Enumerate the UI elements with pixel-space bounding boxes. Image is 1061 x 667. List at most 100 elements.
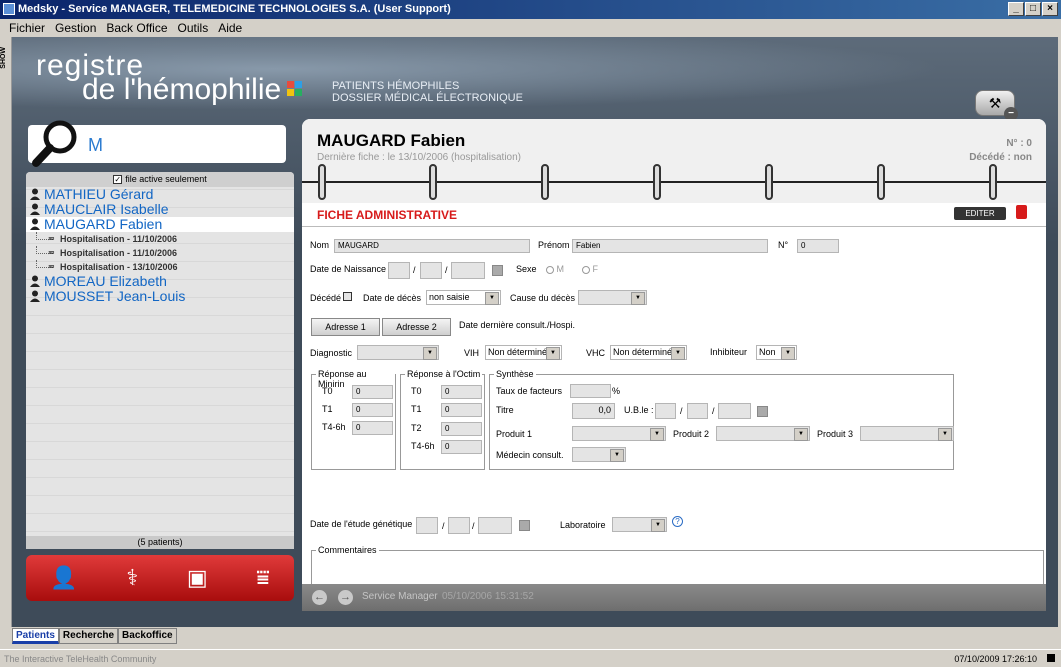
hospitalisation-entry[interactable]: ≂ Hospitalisation - 13/10/2006 [26, 260, 294, 274]
ub-month[interactable] [687, 403, 708, 419]
lock-icon[interactable] [1016, 205, 1027, 219]
menu-back-office[interactable]: Back Office [101, 19, 172, 37]
minirin-t1-label: T1 [322, 404, 333, 414]
patient-name: MOUSSET Jean-Louis [44, 288, 186, 304]
patient-name: MAUGARD Fabien [44, 216, 163, 232]
minirin-t1-field[interactable]: 0 [352, 403, 393, 417]
close-button[interactable]: × [1042, 2, 1058, 16]
active-only-filter[interactable]: ✓ file active seulement [26, 172, 294, 187]
menu-fichier[interactable]: Fichier [4, 19, 50, 37]
produit2-select[interactable] [716, 426, 810, 441]
patient-item[interactable]: MAUCLAIR Isabelle [26, 202, 294, 217]
hospitalisation-entry[interactable]: ≂ Hospitalisation - 11/10/2006 [26, 246, 294, 260]
titre-field[interactable]: 0,0 [572, 403, 615, 419]
decede-checkbox[interactable] [343, 292, 352, 301]
vhc-select[interactable]: Non déterminé [610, 345, 687, 360]
patient-search[interactable]: M [28, 120, 286, 167]
minirin-t0-label: T0 [322, 386, 333, 396]
sexe-m-label: M [556, 264, 565, 274]
minirin-t46-label: T4-6h [322, 422, 346, 432]
menu-outils[interactable]: Outils [173, 19, 214, 37]
ub-year[interactable] [718, 403, 751, 419]
stethoscope-icon[interactable]: ⚕ [126, 567, 138, 589]
laboratoire-select[interactable] [612, 517, 667, 532]
record-deceased: Décédé : non [969, 152, 1032, 163]
medecin-select[interactable] [572, 447, 626, 462]
app-logo-icon [3, 3, 15, 15]
taux-field[interactable] [570, 384, 611, 398]
inhibiteur-select[interactable]: Non [756, 345, 797, 360]
octim-t46-field[interactable]: 0 [441, 440, 482, 454]
window-title: Medsky - Service MANAGER, TELEMEDICINE T… [18, 3, 451, 15]
binder-ring [653, 164, 661, 200]
menu-gestion[interactable]: Gestion [50, 19, 101, 37]
last-consult-label: Date dernière consult./Hospi. [459, 320, 576, 330]
tab-patients[interactable]: Patients [12, 628, 59, 644]
patient-item[interactable]: MOUSSET Jean-Louis [26, 289, 294, 304]
tools-button[interactable]: ⚒ − [975, 90, 1018, 121]
genetic-month[interactable] [448, 517, 470, 534]
binder-ring [765, 164, 773, 200]
calendar-icon[interactable] [757, 406, 768, 417]
calendar-icon[interactable] [519, 520, 530, 531]
title-bar: Medsky - Service MANAGER, TELEMEDICINE T… [0, 0, 1061, 19]
app-area: registre de l'hémophilie PATIENTS HÉMOPH… [12, 37, 1058, 627]
tab-recherche[interactable]: Recherche [58, 628, 119, 644]
patient-item[interactable]: MOREAU Elizabeth [26, 274, 294, 289]
add-patient-icon[interactable]: 👤 [50, 567, 77, 589]
maximize-button[interactable]: □ [1025, 2, 1041, 16]
adresse-1-button[interactable]: Adresse 1 [311, 318, 380, 336]
date-deces-select[interactable]: non saisie [426, 290, 501, 305]
num-field[interactable]: 0 [797, 239, 839, 253]
cause-deces-select[interactable] [578, 290, 647, 305]
menu-aide[interactable]: Aide [213, 19, 247, 37]
dob-month[interactable] [420, 262, 442, 279]
hospital-icon[interactable]: ▣ [187, 567, 208, 589]
stretcher-icon[interactable]: ⩸ [256, 567, 269, 589]
produit3-select[interactable] [860, 426, 954, 441]
record-header: MAUGARD Fabien Dernière fiche : le 13/10… [302, 119, 1046, 203]
help-icon[interactable]: ? [672, 516, 683, 527]
nom-field[interactable]: MAUGARD [334, 239, 530, 253]
footer-timestamp: 05/10/2006 15:31:52 [442, 591, 534, 602]
prenom-field[interactable]: Fabien [572, 239, 768, 253]
patient-item[interactable]: MATHIEU Gérard [26, 187, 294, 202]
date-deces-label: Date de décès [363, 293, 422, 303]
edit-button[interactable]: EDITER [954, 207, 1006, 220]
record-footer: ← → Service Manager 05/10/2006 15:31:52 [302, 584, 1046, 611]
produit1-select[interactable] [572, 426, 666, 441]
search-input[interactable]: M [88, 135, 103, 156]
adresse-2-button[interactable]: Adresse 2 [382, 318, 451, 336]
stretcher-icon: ≂ [48, 248, 55, 257]
genetic-year[interactable] [478, 517, 512, 534]
dob-day[interactable] [388, 262, 410, 279]
produit3-label: Produit 3 [817, 429, 854, 439]
octim-t1-field[interactable]: 0 [441, 403, 482, 417]
ub-day[interactable] [655, 403, 676, 419]
minirin-t0-field[interactable]: 0 [352, 385, 393, 399]
hospitalisation-entry[interactable]: ≂ Hospitalisation - 11/10/2006 [26, 232, 294, 246]
minirin-t46-field[interactable]: 0 [352, 421, 393, 435]
octim-t0-field[interactable]: 0 [441, 385, 482, 399]
person-icon [30, 218, 40, 230]
minimize-button[interactable]: _ [1008, 2, 1024, 16]
back-arrow-icon[interactable]: ← [312, 590, 327, 605]
octim-t2-field[interactable]: 0 [441, 422, 482, 436]
dob-year[interactable] [451, 262, 485, 279]
patient-name: MAUCLAIR Isabelle [44, 201, 169, 217]
tab-backoffice[interactable]: Backoffice [118, 628, 177, 644]
patient-record-panel: MAUGARD Fabien Dernière fiche : le 13/10… [302, 119, 1046, 611]
vih-select[interactable]: Non déterminé [485, 345, 562, 360]
octim-title: Réponse à l'Octim [405, 369, 483, 379]
show-sidebar-tab[interactable]: SHOW [0, 37, 12, 627]
diagnostic-select[interactable] [357, 345, 439, 360]
genetic-day[interactable] [416, 517, 438, 534]
produit1-label: Produit 1 [496, 429, 533, 439]
sexe-f-radio[interactable]: F [582, 264, 598, 274]
calendar-icon[interactable] [492, 265, 503, 276]
active-only-checkbox[interactable]: ✓ [113, 175, 123, 185]
octim-t46-label: T4-6h [411, 441, 435, 451]
patient-item-selected[interactable]: MAUGARD Fabien [26, 217, 294, 232]
forward-arrow-icon[interactable]: → [338, 590, 353, 605]
sexe-m-radio[interactable]: M [546, 264, 564, 274]
